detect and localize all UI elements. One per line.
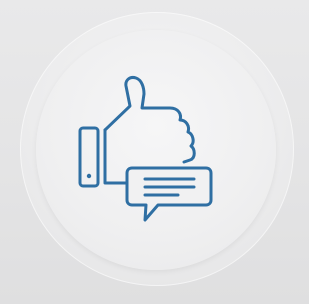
page <box>0 0 309 304</box>
caption <box>0 290 309 302</box>
hand-base-outline <box>103 128 128 185</box>
thumbs-up-feedback-icon <box>78 76 213 222</box>
sleeve-dot <box>86 173 92 179</box>
thumb-outline <box>103 76 196 164</box>
